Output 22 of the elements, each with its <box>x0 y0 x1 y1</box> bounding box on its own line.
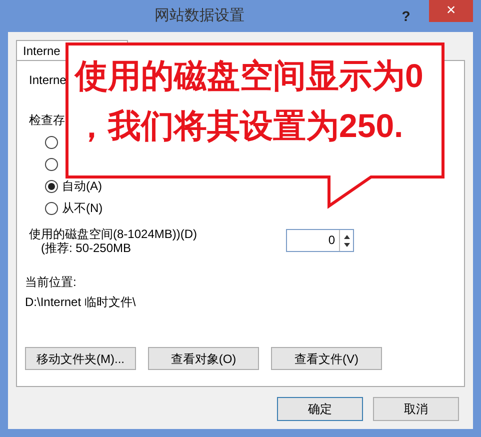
disk-space-label: 使用的磁盘空间(8-1024MB))(D) <box>29 227 198 241</box>
window-title: 网站数据设置 <box>154 9 246 23</box>
help-button[interactable]: ? <box>391 8 421 24</box>
callout-text: 使用的磁盘空间显示为0 <box>75 56 424 96</box>
radio-button[interactable] <box>45 136 58 148</box>
dialog-button[interactable]: 取消 <box>373 397 459 421</box>
dialog-button[interactable]: 确定 <box>277 397 363 421</box>
panel-button[interactable]: 查看对象(O) <box>148 347 259 370</box>
location-path: D:\Internet 临时文件\ <box>25 295 136 309</box>
callout-text: ，我们将其设置为250. <box>75 106 404 146</box>
radio-button[interactable] <box>45 158 58 170</box>
group-label: 检查存 <box>29 113 65 127</box>
radio-button[interactable] <box>45 180 58 192</box>
radio-label: 从不(N) <box>62 201 103 215</box>
panel-button[interactable]: 查看文件(V) <box>271 347 382 370</box>
radio-button[interactable] <box>45 202 58 214</box>
panel-button[interactable]: 移动文件夹(M)... <box>25 347 136 370</box>
panel-heading: Interne <box>29 73 66 87</box>
radio-label: 自动(A) <box>62 179 102 193</box>
disk-space-hint: (推荐: 50-250MB <box>41 241 132 255</box>
location-label: 当前位置: <box>25 275 76 289</box>
close-button[interactable]: × <box>429 0 473 22</box>
